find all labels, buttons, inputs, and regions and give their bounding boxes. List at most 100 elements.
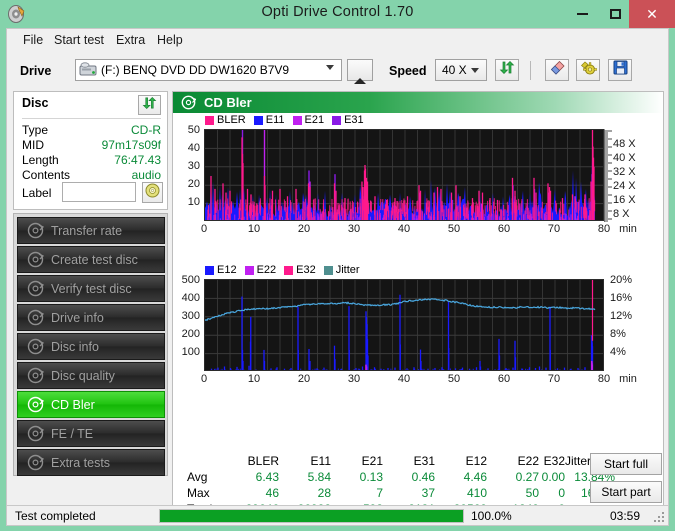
progress-bar	[159, 509, 464, 523]
start-full-button[interactable]: Start full	[590, 453, 662, 475]
disc-value-type: CD-R	[131, 123, 161, 137]
sidebar-item-drive-info[interactable]: Drive info	[17, 304, 165, 331]
resize-grip[interactable]	[652, 510, 664, 522]
sidebar-item-transfer-rate[interactable]: Transfer rate	[17, 217, 165, 244]
close-button[interactable]: ✕	[629, 0, 675, 28]
disc-row-mid: MID 97m17s09f	[22, 138, 161, 153]
legend-swatch-e31	[332, 115, 342, 125]
menu-extra[interactable]: Extra	[113, 33, 148, 49]
y2-tick-8x: 8 X	[613, 208, 630, 220]
x-tick-50: 50	[447, 223, 461, 235]
x-tick-30: 30	[347, 223, 361, 235]
sidebar-item-label: Disc quality	[51, 368, 115, 383]
table-header-row: BLER E11 E21 E31 E12 E22 E32 Jitter	[187, 454, 591, 469]
disc-value-length: 76:47.43	[114, 153, 161, 167]
y2-tick-24x: 24 X	[613, 180, 636, 192]
disc-value-mid: 97m17s09f	[101, 138, 161, 152]
close-icon: ✕	[646, 6, 658, 22]
avg-e21: 0.13	[359, 470, 383, 484]
y2-tick-300: 300	[181, 310, 200, 322]
sidebar-item-verify-test-disc[interactable]: Verify test disc	[17, 275, 165, 302]
cd-disc-icon	[145, 183, 160, 203]
sidebar-item-fe-te[interactable]: FE / TE	[17, 420, 165, 447]
disc-icon	[27, 280, 45, 297]
sidebar-item-label: Transfer rate	[51, 223, 123, 238]
bler-chart: BLER E11 E21 E31 50 40 30 20 10 48 X 40 …	[173, 113, 663, 238]
disc-key-contents: Contents	[22, 168, 71, 182]
save-button[interactable]	[608, 59, 632, 81]
status-message: Test completed	[15, 508, 96, 523]
y-tick-40: 40	[187, 142, 200, 154]
pct-tick-4: 4%	[610, 346, 626, 358]
status-window-area: Status window > >	[13, 477, 168, 503]
x-tick-40: 40	[397, 223, 411, 235]
read-disc-label-button[interactable]	[142, 182, 163, 203]
menu-file[interactable]: File	[20, 33, 46, 49]
disc-refresh-button[interactable]	[138, 95, 161, 115]
table-row-max: Max 46 28 7 37 410 50 0 16.8%	[187, 486, 615, 501]
x-tick-0: 0	[200, 223, 208, 235]
legend-label-jitter: Jitter	[335, 264, 360, 276]
row-label-max: Max	[187, 486, 210, 500]
col-head-bler: BLER	[247, 454, 279, 468]
start-part-button[interactable]: Start part	[590, 481, 662, 503]
drive-select[interactable]: (F:) BENQ DVD DD DW1620 B7V9	[75, 59, 342, 81]
maximize-button[interactable]	[601, 0, 629, 28]
disc-label-caption: Label	[22, 186, 52, 200]
menu-help[interactable]: Help	[154, 33, 186, 49]
speed-value: 40 X	[442, 63, 467, 77]
status-bar: Test completed 100.0% 03:59	[6, 505, 669, 526]
x-tick-70: 70	[547, 223, 561, 235]
disc-icon	[181, 95, 197, 110]
y2-tick-16x: 16 X	[613, 194, 636, 206]
x-axis-label: min	[619, 223, 637, 235]
left-column: Disc Type CD-R MID 97m17s09f Length 76:4…	[13, 91, 168, 516]
col-head-e12: E12	[465, 454, 487, 468]
pct-tick-20: 20%	[610, 274, 633, 286]
x-tick-60: 60	[497, 223, 511, 235]
settings-button[interactable]	[576, 59, 600, 81]
legend-label-bler: BLER	[217, 114, 246, 126]
y2-tick-100: 100	[181, 346, 200, 358]
sidebar-item-label: Disc info	[51, 339, 99, 354]
sidebar-item-disc-quality[interactable]: Disc quality	[17, 362, 165, 389]
avg-e32: 0.00	[541, 470, 565, 484]
legend-label-e31: E31	[344, 114, 364, 126]
speed-select[interactable]: 40 X	[435, 59, 487, 81]
y-tick-20: 20	[187, 178, 200, 190]
y2-tick-400: 400	[181, 292, 200, 304]
sidebar-item-cd-bler[interactable]: CD Bler	[17, 391, 165, 418]
max-e31: 37	[421, 486, 435, 500]
y2-tick-32x: 32 X	[613, 166, 636, 178]
disc-row-length: Length 76:47.43	[22, 153, 161, 168]
eject-button[interactable]	[347, 59, 373, 84]
refresh-button[interactable]	[495, 59, 519, 81]
client-area: File Start test Extra Help Drive (F:) BE…	[6, 28, 669, 525]
sidebar-item-create-test-disc[interactable]: Create test disc	[17, 246, 165, 273]
legend-swatch-bler	[205, 115, 214, 125]
max-bler: 46	[265, 486, 279, 500]
test-list: Transfer rate Create test disc Verify te…	[13, 213, 168, 476]
bler-plot-area	[204, 129, 604, 221]
disc-icon	[27, 222, 45, 239]
panel-header: CD Bler	[173, 92, 663, 113]
progress-bar-fill	[160, 510, 463, 522]
toolbar-separator	[530, 61, 531, 80]
disc-label-input[interactable]	[62, 182, 136, 202]
progress-percent: 100.0%	[471, 508, 512, 523]
disc-row-contents: Contents audio	[22, 168, 161, 183]
menu-start-test[interactable]: Start test	[51, 33, 107, 49]
sidebar-item-extra-tests[interactable]: Extra tests	[17, 449, 165, 476]
sidebar-item-disc-info[interactable]: Disc info	[17, 333, 165, 360]
x-tick-20: 20	[297, 223, 311, 235]
legend-label-e22: E22	[256, 264, 277, 276]
avg-e12: 4.46	[463, 470, 487, 484]
y2-tick-500: 500	[181, 274, 200, 286]
erase-button[interactable]	[545, 59, 569, 81]
eraser-icon	[549, 60, 566, 81]
minimize-button[interactable]	[568, 0, 596, 28]
disc-value-contents: audio	[131, 168, 161, 182]
legend-swatch-e21	[292, 115, 302, 125]
y2-tick-48x: 48 X	[613, 138, 636, 150]
y-tick-30: 30	[187, 160, 200, 172]
